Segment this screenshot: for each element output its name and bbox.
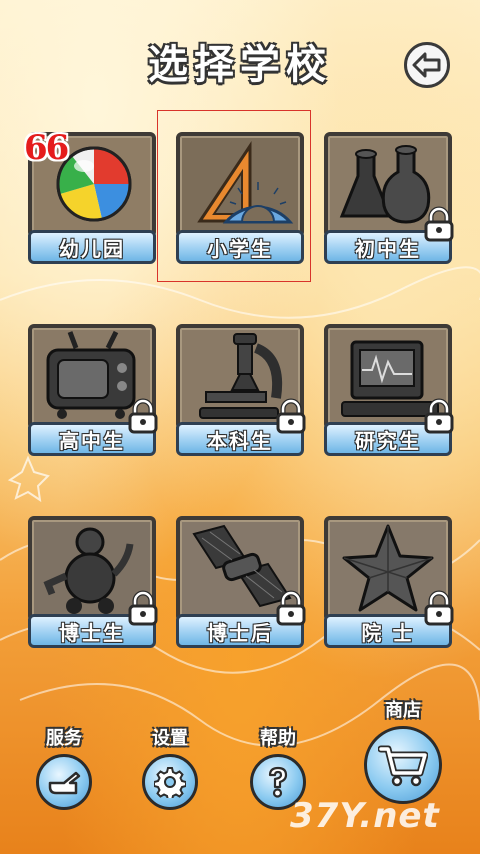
level-tile-senior-high[interactable]: 高中生 [28,324,158,460]
shopping-cart-icon [378,745,428,787]
lock-icon [424,206,454,242]
level-tile-postdoc[interactable]: 博士后 [176,516,306,652]
score-badge: 66 [24,128,69,168]
lock-icon [424,590,454,626]
lock-icon [424,398,454,434]
shop-label: 商店 [385,700,421,721]
shop-button[interactable]: 商店 [360,696,446,804]
lock-icon [276,590,306,626]
settings-label: 设置 [152,728,188,749]
hand-pointer-icon [48,771,81,795]
level-tile-junior-high[interactable]: 初中生 [324,132,454,268]
level-tile-academician[interactable]: 院 士 [324,516,454,652]
level-tile-doctoral[interactable]: 博士生 [28,516,158,652]
level-tile-graduate[interactable]: 研究生 [324,324,454,460]
back-arrow-icon [412,52,441,78]
watermark-text: 37Y.net [290,796,440,836]
lock-icon [276,398,306,434]
lock-icon [128,590,158,626]
service-label: 服务 [46,728,82,749]
help-label: 帮助 [260,728,296,749]
back-button[interactable] [404,42,450,88]
gear-icon [154,767,186,798]
settings-button[interactable]: 设置 [130,724,210,810]
level-tile-undergraduate[interactable]: 本科生 [176,324,306,460]
level-label: 幼儿园 [28,230,156,264]
question-mark-icon [268,766,288,798]
service-button[interactable]: 服务 [24,724,104,810]
lock-icon [128,398,158,434]
selection-highlight [157,110,311,282]
